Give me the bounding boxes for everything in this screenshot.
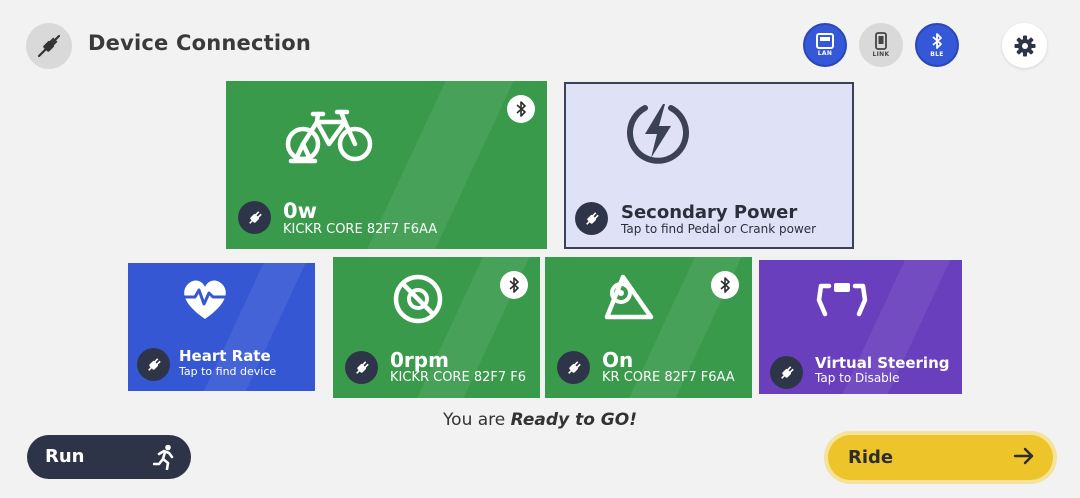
plug-icon (575, 202, 608, 235)
secondary-power-subtitle: Tap to find Pedal or Crank power (621, 222, 817, 236)
power-tile[interactable]: 0w KICKR CORE 82F7 F6AA (226, 81, 547, 249)
settings-button[interactable] (1002, 23, 1047, 68)
trainer-icon (604, 274, 654, 320)
power-device: KICKR CORE 82F7 F6AA (283, 222, 438, 237)
run-label: Run (45, 446, 85, 467)
heart-rate-tile[interactable]: Heart Rate Tap to find device (128, 263, 315, 391)
cadence-device: KICKR CORE 82F7 F6 (390, 370, 526, 385)
ride-button[interactable]: Ride (824, 431, 1057, 484)
arrow-right-icon (1013, 447, 1034, 465)
status-prefix: You are (443, 410, 506, 430)
heart-rate-icon (183, 280, 227, 319)
power-value: 0w (283, 199, 318, 223)
virtual-steering-tile[interactable]: Virtual Steering Tap to Disable (759, 260, 962, 394)
steering-icon (816, 283, 868, 317)
page-title: Device Connection (88, 31, 312, 55)
ready-status: You are Ready to GO! (0, 410, 1080, 430)
secondary-power-title: Secondary Power (621, 202, 798, 223)
virtual-steering-title: Virtual Steering (815, 354, 950, 372)
heart-rate-subtitle: Tap to find device (179, 365, 277, 378)
ble-label: BLE (930, 51, 944, 58)
lan-label: LAN (817, 50, 833, 57)
ride-label: Ride (848, 447, 894, 468)
bluetooth-icon (932, 33, 942, 49)
cadence-tile[interactable]: 0rpm KICKR CORE 82F7 F6 (333, 257, 540, 398)
plug-icon (557, 351, 590, 384)
lan-mode-button[interactable]: LAN (803, 23, 847, 67)
running-icon (153, 444, 174, 470)
cadence-icon (393, 274, 443, 324)
heart-rate-title: Heart Rate (179, 347, 271, 365)
link-label: LINK (872, 51, 890, 58)
plug-icon (345, 351, 378, 384)
ble-mode-button[interactable]: BLE (915, 23, 959, 67)
link-mode-button[interactable]: LINK (859, 23, 903, 67)
plug-off-icon (26, 23, 72, 69)
status-emphasis: Ready to GO! (510, 410, 637, 430)
virtual-steering-subtitle: Tap to Disable (815, 371, 900, 385)
gear-icon (1014, 35, 1035, 56)
bluetooth-icon (507, 95, 535, 123)
bluetooth-icon (711, 271, 739, 299)
secondary-power-tile[interactable]: Secondary Power Tap to find Pedal or Cra… (564, 82, 854, 249)
power-bolt-icon (627, 104, 689, 164)
trainer-device: KR CORE 82F7 F6AA (602, 370, 735, 385)
plug-icon (137, 348, 170, 381)
cadence-value: 0rpm (390, 348, 449, 372)
bluetooth-icon (500, 271, 528, 299)
bike-icon (285, 109, 373, 164)
lan-icon (816, 33, 834, 49)
trainer-tile[interactable]: On KR CORE 82F7 F6AA (545, 257, 752, 398)
phone-icon (875, 32, 887, 50)
trainer-value: On (602, 348, 634, 372)
plug-icon (238, 201, 271, 234)
plug-icon (770, 356, 803, 389)
run-button[interactable]: Run (27, 435, 191, 479)
